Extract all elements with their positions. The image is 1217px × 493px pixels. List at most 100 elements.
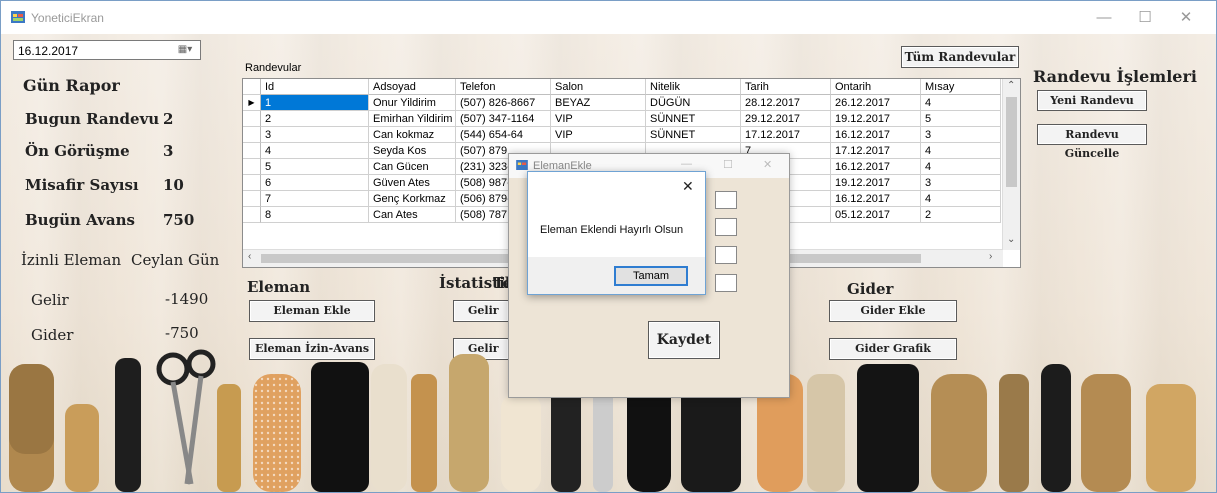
app-icon bbox=[11, 11, 25, 23]
randevu-guncelle-button[interactable]: Randevu Güncelle bbox=[1037, 124, 1147, 160]
cell-adsoyad[interactable]: Can Ates bbox=[369, 207, 456, 223]
cell-telefon[interactable]: (544) 654-64 bbox=[456, 127, 551, 143]
cell-id[interactable]: 2 bbox=[261, 111, 369, 127]
cell-id[interactable]: 8 bbox=[261, 207, 369, 223]
calendar-dropdown-icon[interactable]: ▦▾ bbox=[172, 43, 198, 57]
izinli-value: Ceylan Gün bbox=[131, 251, 220, 269]
cell-telefon[interactable]: (507) 347-1164 bbox=[456, 111, 551, 127]
col-header-nitelik[interactable]: Nitelik bbox=[646, 79, 741, 95]
cell-id[interactable]: 4 bbox=[261, 143, 369, 159]
table-row[interactable]: ▶ 1 Onur Yildirim (507) 826-8667 BEYAZ DÜGÜN 2… bbox=[243, 95, 1001, 111]
cell-salon[interactable]: BEYAZ bbox=[551, 95, 646, 111]
cell-tarih[interactable]: 28.12.2017 bbox=[741, 95, 831, 111]
yeni-randevu-button[interactable]: Yeni Randevu bbox=[1037, 90, 1147, 111]
gelir-ekle-button[interactable]: Gelir E bbox=[453, 300, 509, 322]
table-row[interactable]: 3 Can kokmaz (544) 654-64 VIP SÜNNET 17.12.20… bbox=[243, 127, 1001, 143]
ok-button[interactable]: Tamam bbox=[614, 266, 688, 286]
maximize-button[interactable]: ☐ bbox=[1125, 7, 1165, 29]
col-header-tarih[interactable]: Tarih bbox=[741, 79, 831, 95]
row-header[interactable] bbox=[243, 191, 261, 207]
col-header-telefon[interactable]: Telefon bbox=[456, 79, 551, 95]
col-header-id[interactable]: Id bbox=[261, 79, 369, 95]
cell-adsoyad[interactable]: Can Gücen bbox=[369, 159, 456, 175]
scroll-right-icon[interactable]: › bbox=[989, 251, 992, 262]
kaydet-button[interactable]: Kaydet bbox=[648, 321, 720, 359]
col-header-adsoyad[interactable]: Adsoyad bbox=[369, 79, 456, 95]
cell-salon[interactable]: VIP bbox=[551, 111, 646, 127]
eleman-input-2[interactable] bbox=[715, 218, 737, 236]
scroll-up-icon[interactable]: ⌃ bbox=[1007, 80, 1015, 91]
report-heading: Gün Rapor bbox=[23, 76, 120, 95]
cell-ontarih[interactable]: 19.12.2017 bbox=[831, 111, 921, 127]
eleman-close-button[interactable]: ✕ bbox=[763, 158, 772, 171]
col-header-misay[interactable]: Mısay bbox=[921, 79, 1001, 95]
cell-misay[interactable]: 4 bbox=[921, 95, 1001, 111]
cell-misay[interactable]: 4 bbox=[921, 191, 1001, 207]
cell-misay[interactable]: 4 bbox=[921, 159, 1001, 175]
report-label-misafir: Misafir Sayısı bbox=[25, 176, 139, 194]
cell-ontarih[interactable]: 16.12.2017 bbox=[831, 159, 921, 175]
cell-nitelik[interactable]: SÜNNET bbox=[646, 111, 741, 127]
eleman-ekle-button[interactable]: Eleman Ekle bbox=[249, 300, 375, 322]
date-value: 16.12.2017 bbox=[18, 44, 79, 58]
eleman-maximize-button[interactable]: ☐ bbox=[723, 158, 733, 171]
cell-nitelik[interactable]: SÜNNET bbox=[646, 127, 741, 143]
cell-id[interactable]: 1 bbox=[261, 95, 369, 111]
cell-ontarih[interactable]: 19.12.2017 bbox=[831, 175, 921, 191]
randevu-islemleri-heading: Randevu İşlemleri bbox=[1033, 67, 1197, 86]
eleman-input-3[interactable] bbox=[715, 246, 737, 264]
grid-vertical-scrollbar[interactable]: ⌃ ⌄ bbox=[1002, 79, 1020, 250]
cell-id[interactable]: 5 bbox=[261, 159, 369, 175]
row-header[interactable] bbox=[243, 127, 261, 143]
report-value-misafir: 10 bbox=[163, 176, 184, 194]
cell-ontarih[interactable]: 26.12.2017 bbox=[831, 95, 921, 111]
message-close-icon[interactable]: ✕ bbox=[682, 178, 694, 195]
cell-adsoyad[interactable]: Onur Yildirim bbox=[369, 95, 456, 111]
date-picker[interactable]: 16.12.2017 ▦▾ bbox=[13, 40, 201, 60]
cell-ontarih[interactable]: 17.12.2017 bbox=[831, 143, 921, 159]
cell-adsoyad[interactable]: Emirhan Yildirim bbox=[369, 111, 456, 127]
gider-ekle-button[interactable]: Gider Ekle bbox=[829, 300, 957, 322]
message-box: ✕ Eleman Eklendi Hayırlı Olsun Tamam bbox=[527, 171, 706, 295]
minimize-button[interactable]: — bbox=[1084, 7, 1124, 29]
close-button[interactable]: ✕ bbox=[1166, 7, 1206, 29]
cell-misay[interactable]: 2 bbox=[921, 207, 1001, 223]
cell-ontarih[interactable]: 16.12.2017 bbox=[831, 191, 921, 207]
eleman-input-4[interactable] bbox=[715, 274, 737, 292]
row-header[interactable] bbox=[243, 111, 261, 127]
row-pointer-icon[interactable]: ▶ bbox=[243, 95, 261, 111]
cell-id[interactable]: 6 bbox=[261, 175, 369, 191]
eleman-minimize-button[interactable]: — bbox=[681, 158, 692, 170]
col-header-salon[interactable]: Salon bbox=[551, 79, 646, 95]
tum-randevular-button[interactable]: Tüm Randevular bbox=[901, 46, 1019, 68]
cell-adsoyad[interactable]: Genç Korkmaz bbox=[369, 191, 456, 207]
cell-adsoyad[interactable]: Seyda Kos bbox=[369, 143, 456, 159]
cell-misay[interactable]: 5 bbox=[921, 111, 1001, 127]
cell-telefon[interactable]: (507) 826-8667 bbox=[456, 95, 551, 111]
col-header-ontarih[interactable]: Ontarih bbox=[831, 79, 921, 95]
cell-misay[interactable]: 3 bbox=[921, 127, 1001, 143]
cell-ontarih[interactable]: 05.12.2017 bbox=[831, 207, 921, 223]
row-header[interactable] bbox=[243, 143, 261, 159]
table-row[interactable]: 2 Emirhan Yildirim (507) 347-1164 VIP SÜNNET… bbox=[243, 111, 1001, 127]
cell-salon[interactable]: VIP bbox=[551, 127, 646, 143]
scroll-down-icon[interactable]: ⌄ bbox=[1007, 234, 1015, 245]
cell-ontarih[interactable]: 16.12.2017 bbox=[831, 127, 921, 143]
cell-id[interactable]: 7 bbox=[261, 191, 369, 207]
cell-misay[interactable]: 4 bbox=[921, 143, 1001, 159]
cell-adsoyad[interactable]: Güven Ates bbox=[369, 175, 456, 191]
row-header[interactable] bbox=[243, 175, 261, 191]
row-header[interactable] bbox=[243, 207, 261, 223]
cell-tarih[interactable]: 29.12.2017 bbox=[741, 111, 831, 127]
cell-adsoyad[interactable]: Can kokmaz bbox=[369, 127, 456, 143]
cell-tarih[interactable]: 17.12.2017 bbox=[741, 127, 831, 143]
row-header[interactable] bbox=[243, 159, 261, 175]
scroll-left-icon[interactable]: ‹ bbox=[248, 251, 251, 262]
message-text: Eleman Eklendi Hayırlı Olsun bbox=[540, 224, 684, 236]
grid-label: Randevular bbox=[245, 62, 302, 74]
cell-id[interactable]: 3 bbox=[261, 127, 369, 143]
cell-nitelik[interactable]: DÜGÜN bbox=[646, 95, 741, 111]
cell-misay[interactable]: 3 bbox=[921, 175, 1001, 191]
eleman-input-1[interactable] bbox=[715, 191, 737, 209]
vertical-scroll-thumb[interactable] bbox=[1006, 97, 1017, 187]
